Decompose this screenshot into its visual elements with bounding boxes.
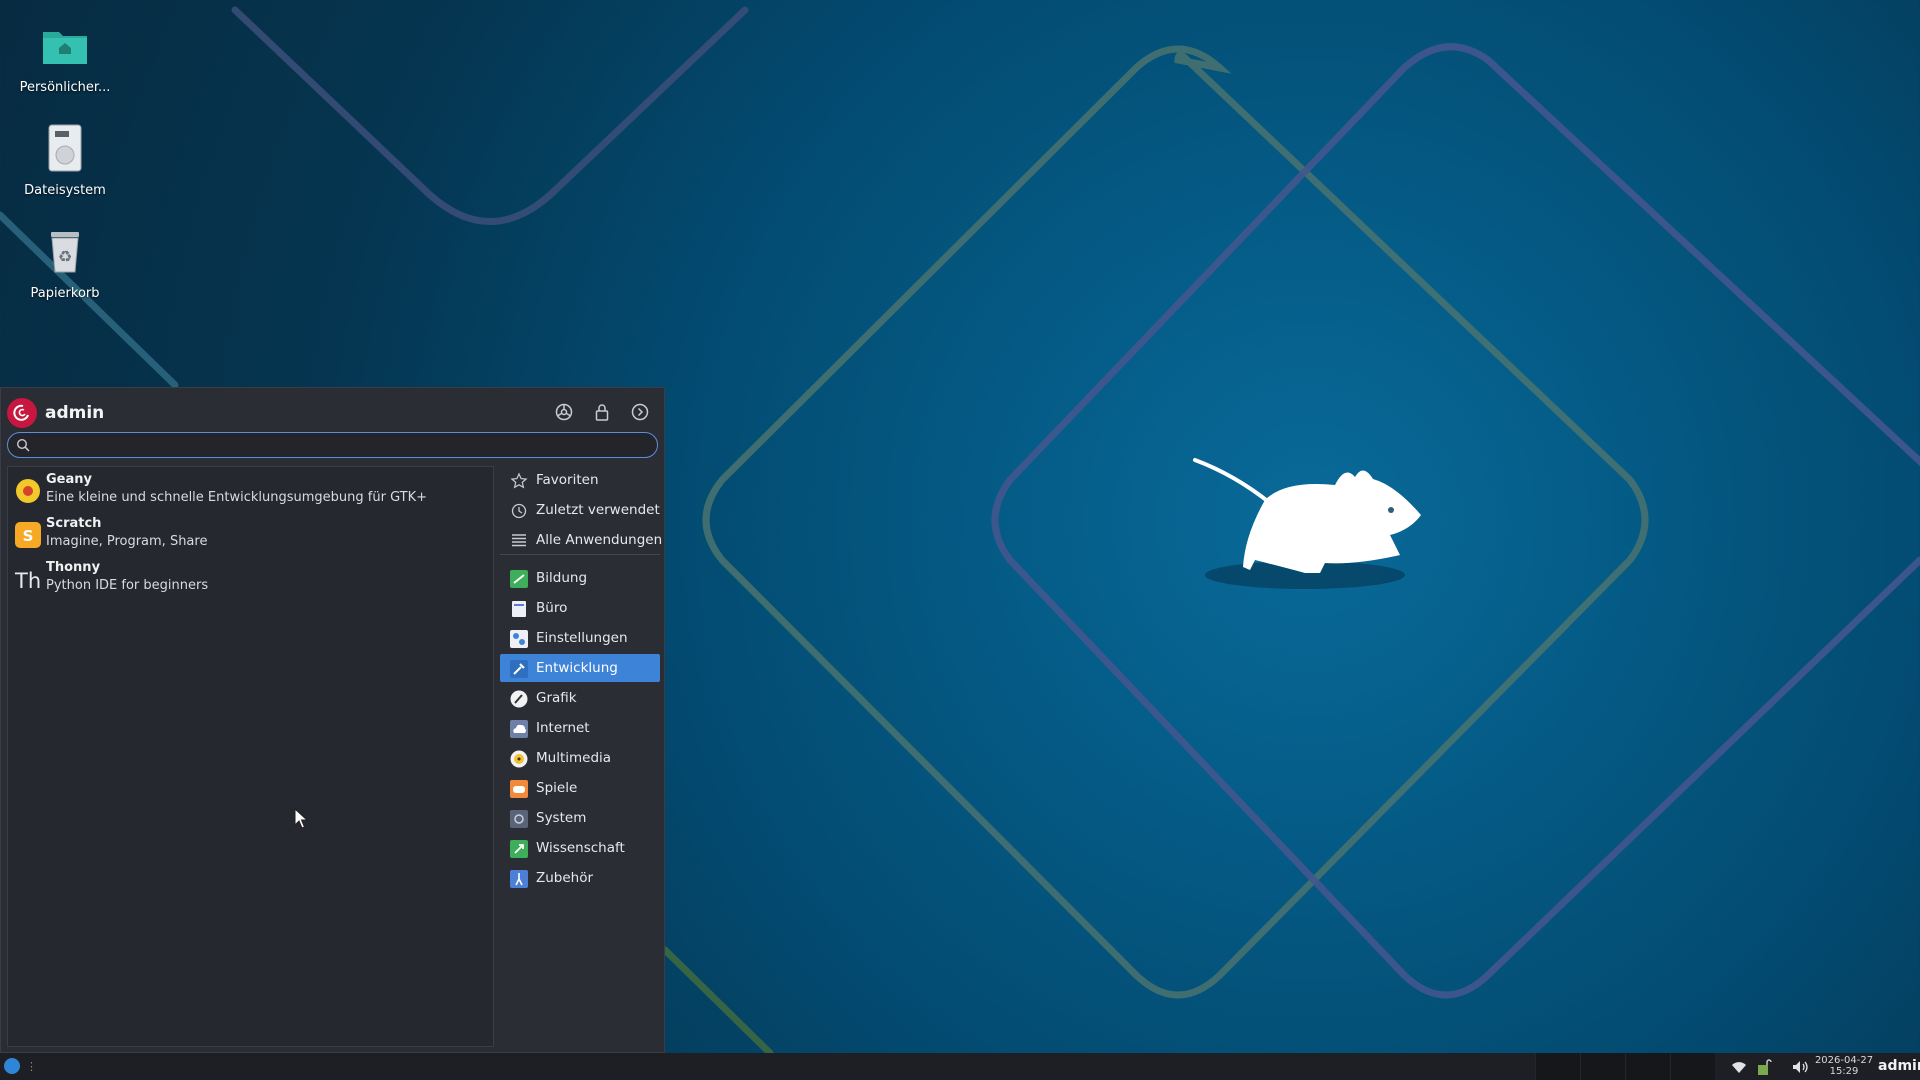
panel-handle[interactable]: ⋮ — [26, 1060, 37, 1073]
search-icon — [16, 438, 30, 452]
app-item-geany[interactable]: Geany Eine kleine und schnelle Entwicklu… — [12, 471, 482, 511]
category-label: System — [536, 810, 587, 826]
lock-icon — [595, 404, 609, 421]
workspace-4[interactable] — [1670, 1053, 1715, 1080]
category-label: Einstellungen — [536, 630, 628, 646]
office-icon — [512, 601, 526, 617]
xfce-mouse-logo — [1193, 458, 1421, 589]
desktop-icon-filesystem[interactable]: Dateisystem — [10, 121, 120, 198]
shortcut-label: Favoriten — [536, 472, 599, 488]
desktop-icon-label: Papierkorb — [30, 286, 100, 301]
workspace-1[interactable] — [1535, 1053, 1580, 1080]
list-icon — [512, 534, 526, 547]
menu-header: admin — [7, 394, 658, 428]
shortcut-recent[interactable]: Zuletzt verwendet — [500, 496, 660, 524]
clock-time: 15:29 — [1829, 1066, 1859, 1077]
shortcut-all-apps[interactable]: Alle Anwendungen — [500, 526, 663, 554]
thonny-icon: Th — [14, 569, 41, 593]
drive-icon — [48, 124, 82, 172]
category-label: Zubehör — [536, 870, 594, 886]
multimedia-icon — [510, 750, 528, 768]
workspace-3[interactable] — [1625, 1053, 1670, 1080]
volume-icon[interactable] — [1791, 1058, 1809, 1076]
graphics-icon — [510, 690, 528, 708]
category-label: Multimedia — [536, 750, 612, 766]
desktop-icon-home[interactable]: Persönlicher... — [10, 18, 120, 95]
desktop-icon-label: Dateisystem — [24, 183, 106, 198]
internet-icon — [510, 720, 528, 738]
desktop-icon-trash[interactable]: ♻ Papierkorb — [10, 224, 120, 301]
mouse-cursor — [294, 808, 308, 829]
whisker-menu-button[interactable] — [4, 1058, 20, 1074]
trash-icon: ♻ — [51, 232, 79, 273]
category-label: Büro — [536, 600, 568, 616]
category-label: Spiele — [536, 780, 578, 796]
avatar — [7, 398, 37, 428]
clock-date: 2026-04-27 — [1814, 1055, 1874, 1066]
category-buero[interactable]: Büro — [500, 594, 660, 622]
svg-text:Th: Th — [14, 569, 41, 593]
shortcut-label: Zuletzt verwendet — [536, 502, 660, 518]
app-name: Scratch — [46, 516, 102, 531]
category-wissenschaft[interactable]: Wissenschaft — [500, 834, 660, 862]
system-icon — [510, 810, 528, 828]
desktop-icon-label: Persönlicher... — [19, 80, 111, 95]
shortcut-label: Alle Anwendungen — [536, 532, 663, 548]
menu-username: admin — [45, 403, 105, 423]
category-bildung[interactable]: Bildung — [500, 564, 660, 592]
app-description: Python IDE for beginners — [46, 578, 209, 593]
app-description: Imagine, Program, Share — [46, 534, 208, 549]
logout-icon — [631, 403, 649, 421]
shortcut-favorites[interactable]: Favoriten — [500, 466, 660, 494]
education-icon — [510, 570, 528, 588]
clock-icon — [511, 503, 527, 519]
star-icon — [510, 472, 528, 489]
taskbar: ⋮ 2026-04-27 15:29 admin — [0, 1053, 1920, 1080]
whisker-menu: admin Geany Eine kleine und schnelle Ent… — [0, 387, 665, 1053]
scratch-icon: S — [15, 522, 41, 548]
clock[interactable]: 2026-04-27 15:29 — [1808, 1055, 1880, 1077]
taskbar-username[interactable]: admin — [1878, 1058, 1920, 1074]
games-icon — [510, 780, 528, 798]
category-label: Wissenschaft — [536, 840, 625, 856]
category-internet[interactable]: Internet — [500, 714, 660, 742]
settings-button[interactable] — [553, 401, 577, 425]
category-system[interactable]: System — [500, 804, 660, 832]
category-separator — [500, 554, 660, 555]
settings-icon — [555, 403, 573, 421]
category-multimedia[interactable]: Multimedia — [500, 744, 660, 772]
debian-logo-icon — [13, 404, 29, 421]
geany-icon — [16, 479, 40, 503]
development-icon — [510, 660, 528, 678]
app-item-scratch[interactable]: S Scratch Imagine, Program, Share — [12, 515, 482, 555]
category-zubehoer[interactable]: Zubehör — [500, 864, 660, 892]
category-label: Entwicklung — [536, 660, 618, 676]
app-list: Geany Eine kleine und schnelle Entwicklu… — [7, 466, 494, 1047]
app-item-thonny[interactable]: Th Thonny Python IDE for beginners — [12, 559, 482, 599]
wifi-icon[interactable] — [1730, 1058, 1748, 1076]
accessories-icon — [510, 870, 528, 888]
search-box[interactable] — [7, 432, 658, 458]
logout-button[interactable] — [629, 401, 653, 425]
svg-text:S: S — [23, 527, 34, 545]
workspace-2[interactable] — [1580, 1053, 1625, 1080]
category-einstellungen[interactable]: Einstellungen — [500, 624, 660, 652]
app-name: Thonny — [46, 560, 101, 575]
app-description: Eine kleine und schnelle Entwicklungsumg… — [46, 490, 428, 505]
lock-button[interactable] — [591, 401, 615, 425]
category-label: Bildung — [536, 570, 588, 586]
home-folder-icon — [43, 32, 87, 64]
category-entwicklung[interactable]: Entwicklung — [500, 654, 660, 682]
category-grafik[interactable]: Grafik — [500, 684, 660, 712]
category-spiele[interactable]: Spiele — [500, 774, 660, 802]
category-label: Internet — [536, 720, 590, 736]
science-icon — [510, 840, 528, 858]
search-input[interactable] — [36, 436, 640, 456]
settings-category-icon — [510, 630, 528, 648]
svg-text:♻: ♻ — [58, 247, 72, 266]
app-name: Geany — [46, 472, 92, 487]
battery-icon[interactable] — [1755, 1058, 1773, 1076]
category-label: Grafik — [536, 690, 577, 706]
